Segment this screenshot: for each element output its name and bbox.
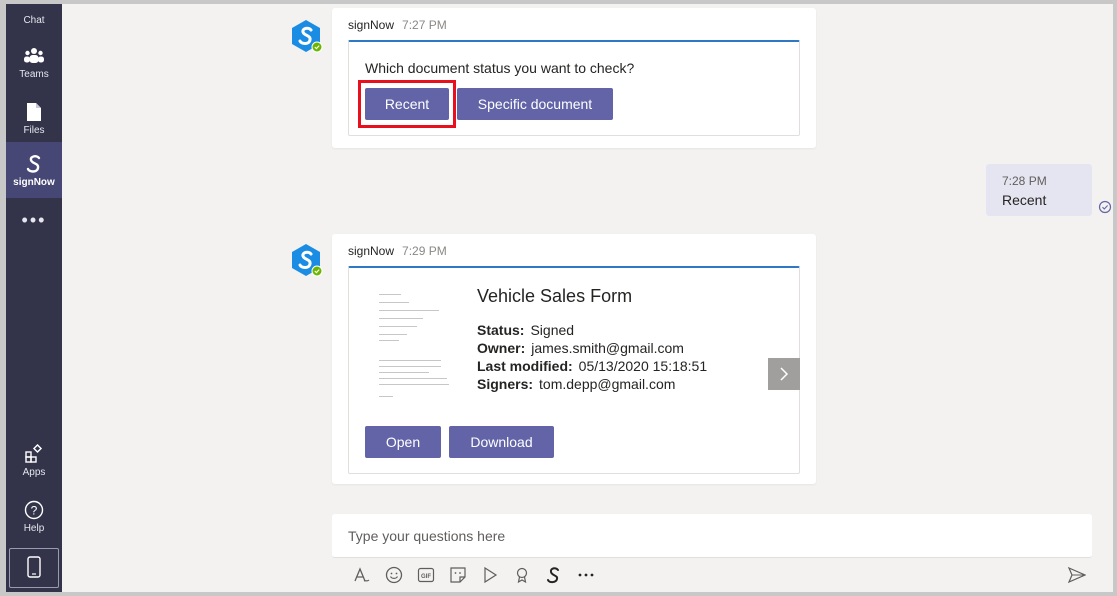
message-time: 7:29 PM [402, 244, 447, 258]
praise-button[interactable] [506, 564, 538, 586]
signnow-logo-icon [292, 20, 323, 53]
gif-icon: GIF [417, 567, 435, 583]
read-receipt-icon [1098, 200, 1112, 214]
rail-label: Files [23, 124, 45, 136]
download-button[interactable]: Download [449, 426, 554, 458]
reply-time: 7:28 PM [1002, 174, 1047, 188]
field-label: Status: [477, 322, 525, 338]
rail-item-help[interactable]: ? Help [6, 488, 62, 544]
teams-icon [23, 45, 45, 67]
specific-document-button[interactable]: Specific document [457, 88, 613, 120]
send-button[interactable] [1064, 564, 1090, 586]
more-icon: ••• [21, 209, 47, 230]
sticker-icon [450, 567, 466, 583]
document-last-modified: Last modified: 05/13/2020 15:18:51 [477, 358, 707, 374]
document-thumbnail[interactable] [369, 286, 457, 406]
format-icon [354, 567, 370, 582]
document-title: Vehicle Sales Form [477, 286, 633, 306]
more-apps-button[interactable] [570, 564, 602, 586]
status-question: Which document status you want to check? [365, 60, 635, 76]
format-button[interactable] [346, 564, 378, 586]
field-label: Owner: [477, 340, 526, 356]
rail-item-mobile[interactable] [9, 548, 59, 588]
open-button[interactable]: Open [365, 426, 441, 458]
sender-name: signNow [348, 244, 395, 258]
chevron-right-icon [780, 367, 789, 381]
svg-text:GIF: GIF [421, 574, 431, 580]
signnow-app-button[interactable] [538, 564, 570, 586]
document-status: Status: Signed [477, 322, 574, 338]
carousel-next-button[interactable] [768, 358, 800, 390]
more-icon [578, 573, 594, 577]
signnow-avatar[interactable] [288, 242, 324, 278]
rail-label: Help [23, 522, 45, 534]
field-value: 05/13/2020 15:18:51 [578, 358, 708, 374]
rail-label: signNow [13, 176, 55, 188]
rail-item-teams[interactable]: Teams [6, 34, 62, 90]
gif-button[interactable]: GIF [410, 564, 442, 586]
send-icon [1068, 567, 1086, 583]
signnow-logo-icon [292, 244, 323, 277]
reply-text: Recent [1002, 192, 1047, 208]
field-value: tom.depp@gmail.com [539, 376, 676, 392]
meet-icon [484, 566, 498, 584]
sticker-button[interactable] [442, 564, 474, 586]
meet-button[interactable] [474, 564, 506, 586]
document-signers: Signers: tom.depp@gmail.com [477, 376, 675, 392]
apps-icon [24, 443, 44, 465]
emoji-button[interactable] [378, 564, 410, 586]
signnow-icon [547, 567, 559, 584]
message-composer [332, 514, 1092, 558]
rail-item-signnow[interactable]: signNow [6, 142, 62, 198]
mobile-phone-icon [27, 556, 41, 578]
bot-message-card: signNow 7:27 PM Which document status you… [332, 8, 816, 148]
praise-icon [516, 567, 528, 584]
user-reply-bubble: 7:28 PM Recent [986, 164, 1092, 216]
file-icon [26, 101, 42, 123]
document-card: Vehicle Sales Form Status: Signed Owner: j… [348, 266, 800, 474]
bot-message-card: signNow 7:29 PM Vehicle Sales Form Status… [332, 234, 816, 484]
rail-label: Teams [19, 68, 49, 80]
rail-item-chat[interactable]: Chat [6, 4, 62, 26]
message-header: signNow 7:27 PM [348, 18, 447, 32]
rail-item-apps[interactable]: Apps [6, 432, 62, 488]
highlight-box [358, 80, 456, 128]
adaptive-card: Which document status you want to check?… [348, 40, 800, 136]
sender-name: signNow [348, 18, 395, 32]
signnow-icon [25, 153, 43, 175]
app-rail: Chat Teams Files signNow ••• Apps ? Help [6, 4, 62, 592]
message-time: 7:27 PM [402, 18, 447, 32]
rail-label: Apps [22, 466, 46, 478]
document-owner: Owner: james.smith@gmail.com [477, 340, 684, 356]
message-input[interactable] [348, 526, 1048, 546]
composer-toolbar: GIF [346, 564, 602, 586]
field-value: Signed [530, 322, 575, 338]
teams-window: Chat Teams Files signNow ••• Apps ? Help… [0, 0, 1117, 596]
field-label: Last modified: [477, 358, 573, 374]
field-label: Signers: [477, 376, 534, 392]
emoji-icon [385, 566, 403, 584]
rail-label: Chat [23, 15, 45, 26]
svg-text:?: ? [31, 503, 38, 517]
rail-item-files[interactable]: Files [6, 90, 62, 146]
help-icon: ? [24, 499, 44, 521]
signnow-avatar[interactable] [288, 18, 324, 54]
rail-more-button[interactable]: ••• [6, 200, 62, 240]
field-value: james.smith@gmail.com [531, 340, 684, 356]
message-header: signNow 7:29 PM [348, 244, 447, 258]
